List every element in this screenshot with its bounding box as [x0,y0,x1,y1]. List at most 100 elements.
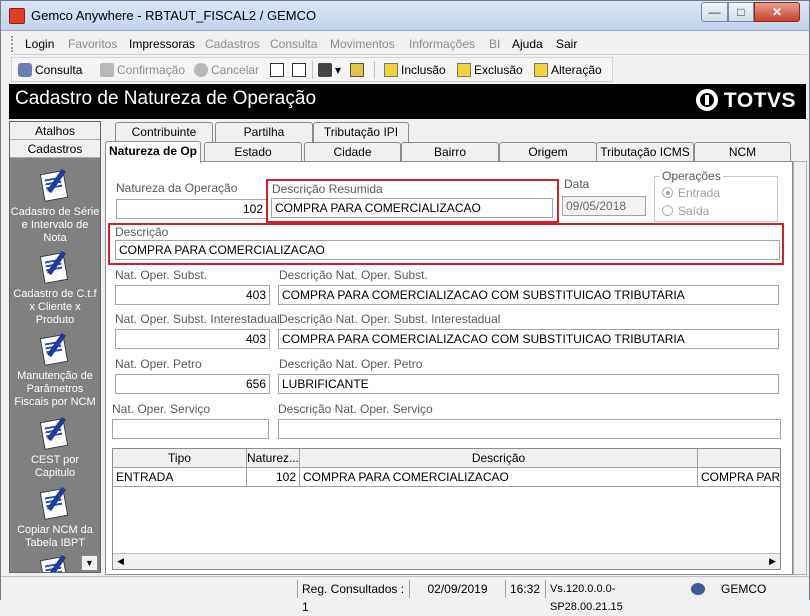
subst-desc-field[interactable]: COMPRA PARA COMERCIALIZACAO COM SUBSTITU… [278,285,779,305]
totvs-logo: TOTVS [695,89,796,113]
new-document-icon [270,63,284,77]
tab-partilha[interactable]: Partilha [215,122,313,142]
logo-text: TOTVS [723,89,796,112]
sidebar-item-label: Cadastro de Série e Intervalo de Nota [10,206,100,244]
toolbar-separator [374,61,375,79]
dropdown-arrow-icon: ▾ [335,63,342,77]
menu-bar: Login Favoritos Impressoras Cadastros Co… [11,33,807,55]
tab-ncm[interactable]: NCM [694,142,791,162]
menu-movimentos[interactable]: Movimentos [330,37,395,51]
tab-natureza-op[interactable]: Natureza de Op [105,141,201,163]
table-cell-descricao[interactable]: COMPRA PARA COMERCIALIZACAO [300,468,698,487]
natureza-field[interactable]: 102 [116,199,267,219]
save-icon [100,63,114,77]
sidebar-item-cest-capitulo[interactable]: CEST por Capitulo [10,416,100,480]
tab-estado[interactable]: Estado [204,142,302,162]
servico-desc-label: Descrição Nat. Oper. Serviço [278,402,433,416]
sidebar-item-ctf-cliente-produto[interactable]: Cadastro de C.t.f x Cliente x Produto [10,250,100,327]
status-date: 02/09/2019 [409,580,501,598]
column-header-descricao[interactable]: Descrição [300,449,698,468]
data-label: Data [564,177,590,191]
document-pen-icon [39,332,70,366]
vertical-scrollbar[interactable] [793,161,807,575]
exclusao-button[interactable]: Exclusão [457,62,523,78]
grid-horizontal-scrollbar[interactable]: ◀ ▶ [113,553,780,569]
consulta-button[interactable]: Consulta [18,62,82,78]
subst-inter-field[interactable]: 403 [115,329,270,349]
sidebar-scroll-down-button[interactable]: ▼ [81,555,98,571]
operacoes-label: Operações [660,169,723,183]
inclusao-button[interactable]: Inclusão [384,62,446,78]
add-icon [384,63,398,77]
alteracao-label: Alteração [551,63,602,77]
menu-bi[interactable]: BI [489,37,500,51]
table-cell-natureza[interactable]: 102 [247,468,300,487]
maximize-button[interactable]: □ [728,2,754,22]
desc-resumida-field[interactable]: COMPRA PARA COMERCIALIZACAO [271,198,553,218]
inclusao-label: Inclusão [401,63,446,77]
tab-bairro[interactable]: Bairro [401,142,499,162]
scroll-right-icon[interactable]: ▶ [769,556,776,567]
cancelar-button[interactable]: Cancelar [194,62,259,78]
menu-ajuda[interactable]: Ajuda [512,37,543,51]
column-header-natureza[interactable]: Naturez... [247,449,300,468]
column-header-tipo[interactable]: Tipo [113,449,247,468]
subst-field[interactable]: 403 [115,285,270,305]
subst-desc-label: Descrição Nat. Oper. Subst. [279,268,428,282]
petro-field[interactable]: 656 [115,374,270,394]
printer-icon [318,63,332,77]
menu-login[interactable]: Login [25,37,54,51]
tab-cidade[interactable]: Cidade [304,142,401,162]
sidebar-tab-cadastros[interactable]: Cadastros [10,140,100,158]
status-time: 16:32 [505,580,543,598]
column-header-extra[interactable] [698,449,780,468]
delete-icon [457,63,471,77]
sidebar-item-serie-intervalo[interactable]: Cadastro de Série e Intervalo de Nota [10,168,100,245]
descricao-label: Descrição [115,225,169,239]
servico-label: Nat. Oper. Serviço [112,402,211,416]
home-button[interactable] [292,62,309,78]
toolbar-separator [312,61,313,79]
tab-origem[interactable]: Origem [499,142,597,162]
natureza-label: Natureza da Operação [116,181,238,195]
results-grid: Tipo Naturez... Descrição ENTRADA 102 CO… [112,448,781,570]
menu-consulta[interactable]: Consulta [270,37,317,51]
cancel-icon [194,63,208,77]
export-button[interactable] [350,62,367,78]
minimize-button[interactable]: — [701,2,728,22]
scroll-left-icon[interactable]: ◀ [117,556,124,567]
table-cell-tipo[interactable]: ENTRADA [113,468,247,487]
status-version: Vs.120.0.0.0-SP28.00.21.15 [545,580,685,613]
exclusao-label: Exclusão [474,63,523,77]
sidebar-item-parametros-ncm[interactable]: Manutenção de Parâmetros Fiscais por NCM [10,332,100,409]
entrada-radio[interactable]: Entrada [662,186,720,200]
table-cell-extra[interactable]: COMPRA PARA [698,468,780,487]
menu-favoritos[interactable]: Favoritos [68,37,117,51]
tab-tributacao-ipi[interactable]: Tributação IPI [313,122,409,142]
saida-radio[interactable]: Saída [662,204,709,218]
radio-checked-icon [662,187,673,198]
close-button[interactable]: ✕ [754,2,800,22]
descricao-field[interactable]: COMPRA PARA COMERCIALIZACAO [115,240,780,260]
menu-impressoras[interactable]: Impressoras [129,37,195,51]
menu-cadastros[interactable]: Cadastros [205,37,260,51]
alteracao-button[interactable]: Alteração [534,62,602,78]
entrada-radio-label: Entrada [678,186,721,200]
new-document-button[interactable] [270,62,287,78]
sidebar-tab-atalhos[interactable]: Atalhos [10,122,100,140]
petro-label: Nat. Oper. Petro [115,357,202,371]
sidebar-item-copiar-ncm[interactable]: Copiar NCM da Tabela IBPT [10,486,100,550]
subst-inter-desc-label: Descrição Nat. Oper. Subst. Interestadua… [279,312,501,326]
menu-informacoes[interactable]: Informações [409,37,475,51]
print-button[interactable]: ▾ [318,62,341,78]
servico-field[interactable] [112,419,269,439]
petro-desc-field[interactable]: LUBRIFICANTE [278,374,779,394]
servico-desc-field[interactable] [278,419,781,439]
tab-contribuinte[interactable]: Contribuinte [115,122,213,142]
confirmacao-button[interactable]: Confirmação [100,62,185,78]
menu-sair[interactable]: Sair [556,37,577,51]
tab-tributacao-icms[interactable]: Tributação ICMS [596,142,694,162]
document-pen-icon [39,168,70,202]
consulta-label: Consulta [35,63,83,77]
subst-inter-desc-field[interactable]: COMPRA PARA COMERCIALIZACAO COM SUBSTITU… [278,329,779,349]
